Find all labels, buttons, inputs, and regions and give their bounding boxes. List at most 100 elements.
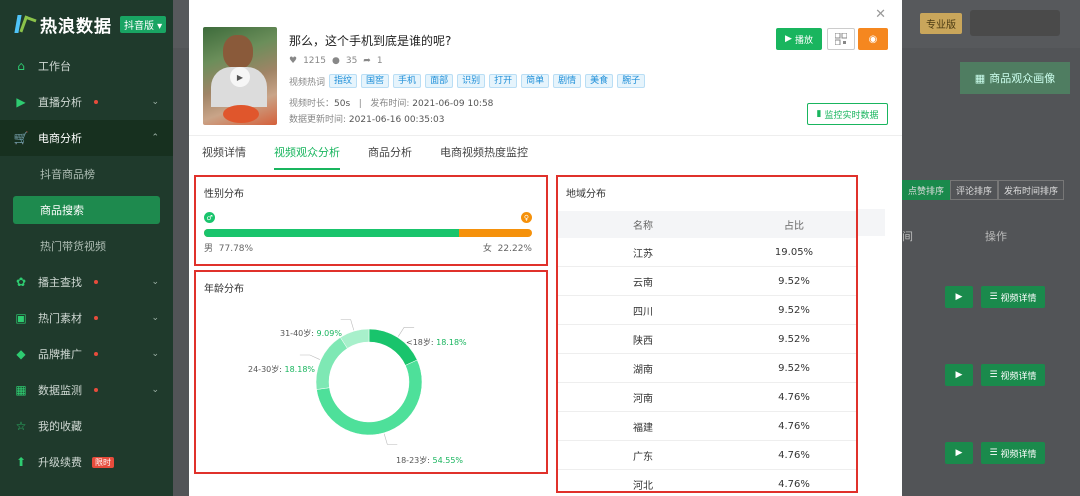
table-row: 福建 4.76% <box>558 412 856 441</box>
sidebar-item-brand-promotion[interactable]: ◆ 品牌推广 ⌄ <box>0 336 173 372</box>
gender-bar <box>204 229 532 237</box>
list-icon: ☰ <box>989 292 998 302</box>
platform-badge[interactable]: 抖音版 ▾ <box>120 15 167 33</box>
star-icon: ☆ <box>15 419 27 433</box>
video-hot-words: 视频热词 指纹 国窖 手机 面部 识别 打开 简单 剧情 美食 腕子 <box>289 74 646 88</box>
sidebar-item-upgrade[interactable]: ⬆ 升级续费 限时 <box>0 444 173 480</box>
video-detail-button[interactable]: ☰ 视频详情 <box>981 286 1045 308</box>
background-tab-product-audience[interactable]: ▦ 商品观众画像 <box>960 62 1070 94</box>
sidebar-item-live-analysis[interactable]: ▶ 直播分析 ⌄ <box>0 84 173 120</box>
gender-distribution-card: 性别分布 ♂ ♀ 男 77.78% 女 22.22% <box>194 175 548 266</box>
table-row: 四川 9.52% <box>558 296 856 325</box>
hot-word-tag[interactable]: 简单 <box>521 74 550 88</box>
col-name: 名称 <box>633 221 653 232</box>
region-table-header: 名称 占比 <box>558 211 856 238</box>
play-button[interactable]: ▶ <box>945 286 973 308</box>
table-row: 江苏 19.05% <box>558 238 856 267</box>
hot-word-tag[interactable]: 剧情 <box>553 74 582 88</box>
fire-icon: ▣ <box>15 311 27 325</box>
user-name-blurred[interactable] <box>970 10 1060 36</box>
pro-badge: 专业版 <box>920 13 962 34</box>
chevron-down-icon: ⌄ <box>151 385 159 395</box>
sidebar-subitem-hot-videos[interactable]: 热门带货视频 <box>0 228 173 264</box>
logo[interactable]: 热浪数据 抖音版 ▾ <box>0 0 173 48</box>
video-thumbnail[interactable]: ▶ <box>203 27 277 125</box>
tag-icon: ◆ <box>16 347 26 361</box>
hot-word-tag[interactable]: 打开 <box>489 74 518 88</box>
sort-time-button[interactable]: 发布时间排序 <box>998 180 1064 200</box>
monitor-realtime-button[interactable]: ▮ 监控实时数据 <box>807 103 888 125</box>
age-slice-1[interactable] <box>316 359 423 436</box>
female-icon: ♀ <box>521 212 532 223</box>
home-icon: ⌂ <box>17 59 25 73</box>
sidebar-item-workbench[interactable]: ⌂ 工作台 <box>0 48 173 84</box>
hot-word-tag[interactable]: 手机 <box>393 74 422 88</box>
favorite-button[interactable]: ◉ <box>858 28 888 50</box>
video-detail-button[interactable]: ☰ 视频详情 <box>981 364 1045 386</box>
sort-comments-button[interactable]: 评论排序 <box>950 180 998 200</box>
sidebar-item-favorites[interactable]: ☆ 我的收藏 <box>0 408 173 444</box>
hot-word-tag[interactable]: 国窖 <box>361 74 390 88</box>
sort-likes-button[interactable]: 点赞排序 <box>902 180 950 200</box>
heart-icon: ♥ <box>289 56 298 66</box>
qr-code-button[interactable] <box>827 28 855 50</box>
video-stats: ♥ 1215 ● 35 ➦ 1 <box>289 56 383 66</box>
tab-product-analysis[interactable]: 商品分析 <box>368 144 412 170</box>
comment-icon: ● <box>331 56 340 66</box>
sidebar-subitem-product-rank[interactable]: 抖音商品榜 <box>0 156 173 192</box>
sidebar-item-hot-materials[interactable]: ▣ 热门素材 ⌄ <box>0 300 173 336</box>
new-dot <box>94 316 98 320</box>
video-detail-button[interactable]: ☰ 视频详情 <box>981 442 1045 464</box>
sidebar-subitem-product-search[interactable]: 商品搜索 <box>13 196 160 224</box>
monitor-icon: ▦ <box>15 383 27 397</box>
tab-video-detail[interactable]: 视频详情 <box>202 144 246 170</box>
gear-icon: ✿ <box>15 275 27 289</box>
female-label: 女 22.22% <box>482 244 532 254</box>
logo-icon <box>14 13 32 35</box>
table-row: 河南 4.76% <box>558 383 856 412</box>
sidebar-item-creator-search[interactable]: ✿ 播主查找 ⌄ <box>0 264 173 300</box>
new-dot <box>94 100 98 104</box>
cart-icon: 🛒 <box>13 131 29 145</box>
upgrade-icon: ⬆ <box>15 455 27 469</box>
age-label-31-40: 31-40岁: 9.09% <box>280 329 342 338</box>
play-icon[interactable]: ▶ <box>230 67 250 87</box>
likes-count: 1215 <box>303 56 326 66</box>
qr-code-icon <box>835 33 847 45</box>
table-row: 云南 9.52% <box>558 267 856 296</box>
hot-word-tag[interactable]: 美食 <box>585 74 614 88</box>
region-distribution-card: 地域分布 名称 占比 江苏 19.05% 云南 9.52% 四川 9.52% 陕西 9.… <box>556 175 858 493</box>
chevron-down-icon: ⌄ <box>151 313 159 323</box>
hot-word-tag[interactable]: 识别 <box>457 74 486 88</box>
age-distribution-card: 年龄分布 <18岁: 18.18% 18-23岁: 54.55% 24-30岁:… <box>194 270 548 474</box>
chevron-down-icon: ⌄ <box>151 349 159 359</box>
hot-word-tag[interactable]: 指纹 <box>329 74 358 88</box>
sidebar-item-data-monitor[interactable]: ▦ 数据监测 ⌄ <box>0 372 173 408</box>
tab-heat-monitor[interactable]: 电商视频热度监控 <box>440 144 528 170</box>
limited-tag: 限时 <box>92 456 114 468</box>
age-slice-2[interactable] <box>315 337 348 390</box>
sidebar-item-ecommerce[interactable]: 🛒 电商分析 ⌃ <box>0 120 173 156</box>
live-icon: ▶ <box>16 95 26 109</box>
age-label-under18: <18岁: 18.18% <box>406 338 467 347</box>
play-button[interactable]: ▶ <box>945 442 973 464</box>
play-button[interactable]: ▶ <box>945 364 973 386</box>
hot-word-tag[interactable]: 面部 <box>425 74 454 88</box>
male-icon: ♂ <box>204 212 215 223</box>
play-button[interactable]: ▶ 播放 <box>776 28 822 50</box>
logo-text: 热浪数据 <box>40 16 112 37</box>
new-dot <box>94 388 98 392</box>
chevron-down-icon: ⌄ <box>151 277 159 287</box>
tab-audience-analysis[interactable]: 视频观众分析 <box>274 144 340 170</box>
background-col-ops: 操作 <box>985 230 1007 243</box>
shares-count: 1 <box>376 56 383 66</box>
detail-tabs: 视频详情 视频观众分析 商品分析 电商视频热度监控 <box>202 144 556 170</box>
close-icon[interactable]: ✕ <box>875 7 886 22</box>
chevron-down-icon: ⌄ <box>151 97 159 107</box>
hot-word-tag[interactable]: 腕子 <box>617 74 646 88</box>
age-leader-line-3 <box>340 319 355 331</box>
new-dot <box>94 280 98 284</box>
region-title: 地域分布 <box>566 189 606 200</box>
male-label: 男 77.78% <box>204 244 254 254</box>
video-detail-modal: ✕ ▶ 那么，这个手机到底是谁的呢? ♥ 1215 ● 35 ➦ 1 视频热词 指纹 … <box>189 0 902 496</box>
